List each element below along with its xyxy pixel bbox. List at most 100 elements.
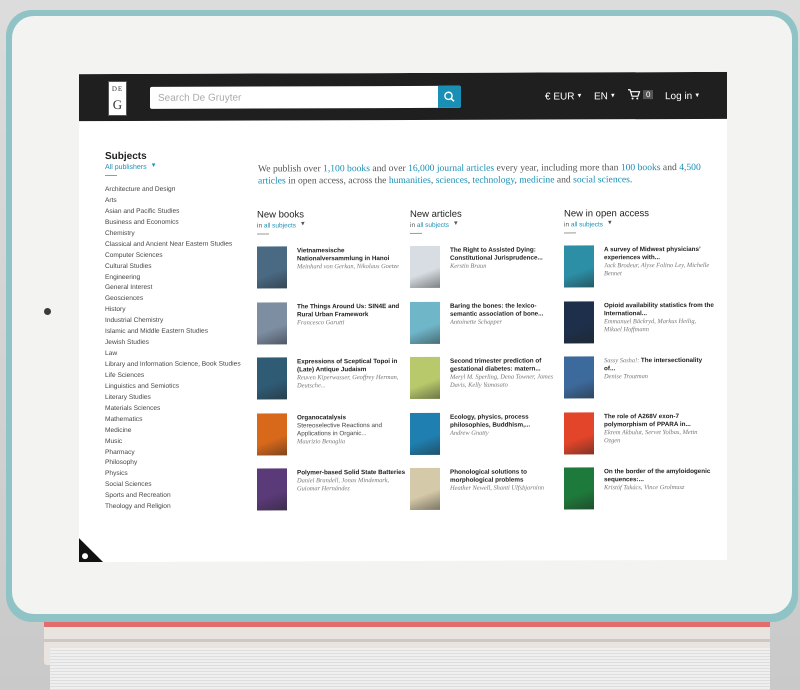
subject-link[interactable]: Theology and Religion [105, 502, 255, 513]
cover-image[interactable] [257, 246, 287, 289]
cover-image[interactable] [410, 245, 440, 288]
publication-item[interactable]: On the border of the amyloidogenic seque… [564, 467, 714, 518]
subject-link[interactable]: General Interest [105, 283, 255, 294]
publication-title[interactable]: Organocatalysis [297, 414, 346, 421]
subject-link[interactable]: Jewish Studies [105, 338, 255, 349]
cover-image[interactable] [410, 301, 440, 344]
publication-title[interactable]: Baring the bones: the lexico-semantic as… [450, 302, 543, 317]
cover-image[interactable] [410, 412, 440, 455]
publication-item[interactable]: A survey of Midwest physicians’ experien… [564, 245, 714, 296]
subject-link[interactable]: Physics [105, 469, 255, 480]
subject-link[interactable]: Sports and Recreation [105, 491, 255, 502]
subject-link[interactable]: Life Sciences [105, 370, 255, 381]
cover-image[interactable] [257, 468, 287, 511]
publication-item[interactable]: Phonological solutions to morphological … [410, 467, 560, 518]
cover-image[interactable] [410, 356, 440, 399]
publication-title[interactable]: The role of A268V exon-7 polymorphism of… [604, 413, 691, 428]
background-book-white [50, 648, 770, 690]
publication-item[interactable]: Sassy Sasha!: The intersectionality of..… [564, 356, 714, 407]
subject-filter[interactable]: in all subjects ▼ [564, 220, 714, 228]
subject-link[interactable]: Library and Information Science, Book St… [105, 360, 255, 371]
cover-image[interactable] [564, 300, 594, 343]
search-button[interactable] [438, 85, 461, 108]
subject-link[interactable]: Law [105, 349, 255, 360]
cover-image[interactable] [410, 467, 440, 510]
subject-link[interactable]: Medicine [105, 425, 255, 436]
subject-link[interactable]: Materials Sciences [105, 403, 255, 414]
subject-link[interactable]: Literary Studies [105, 392, 255, 403]
search-icon [444, 91, 455, 102]
publication-item[interactable]: Second trimester prediction of gestation… [410, 356, 560, 407]
publication-title[interactable]: The Things Around Us: SIN4E and Rural Ur… [297, 303, 399, 318]
subject-link[interactable]: Geosciences [105, 294, 255, 305]
publication-title[interactable]: Ecology, physics, process philosophies, … [450, 413, 530, 428]
subject-link[interactable]: Computer Sciences [105, 250, 255, 261]
subject-link[interactable]: Social Sciences [105, 480, 255, 491]
social-sciences-link[interactable]: social sciences [573, 174, 630, 185]
subject-link[interactable]: Asian and Pacific Studies [105, 206, 255, 217]
login-menu[interactable]: Log in ▼ [665, 91, 700, 102]
cover-image[interactable] [257, 301, 287, 345]
subject-link[interactable]: Classical and Ancient Near Eastern Studi… [105, 239, 255, 250]
sciences-link[interactable]: sciences [436, 175, 468, 186]
publication-authors: Denise Troutman [604, 373, 648, 381]
publication-title[interactable]: Polymer-based Solid State Batteries [297, 469, 405, 476]
publication-item[interactable]: The Things Around Us: SIN4E and Rural Ur… [257, 301, 407, 352]
publication-item[interactable]: Polymer-based Solid State Batteries Danie… [257, 468, 407, 519]
language-selector[interactable]: EN ▼ [594, 91, 616, 102]
search-input[interactable] [150, 85, 456, 109]
cover-image[interactable] [564, 467, 594, 510]
cover-image[interactable] [564, 411, 594, 454]
publication-title[interactable]: On the border of the amyloidogenic seque… [604, 468, 710, 483]
subject-link[interactable]: Chemistry [105, 228, 255, 239]
subject-link[interactable]: Business and Economics [105, 217, 255, 228]
publication-item[interactable]: Expressions of Sceptical Topoi in (Late)… [257, 357, 407, 408]
publication-item[interactable]: Ecology, physics, process philosophies, … [410, 412, 560, 463]
publication-item[interactable]: The Right to Assisted Dying: Constitutio… [410, 245, 560, 296]
cover-image[interactable] [564, 356, 594, 399]
publication-title[interactable]: Second trimester prediction of gestation… [450, 358, 541, 373]
cart-button[interactable]: 0 [627, 88, 654, 100]
subject-link[interactable]: Industrial Chemistry [105, 316, 255, 327]
column-heading: New books [257, 209, 304, 221]
subject-link[interactable]: Music [105, 436, 255, 447]
subject-link[interactable]: Engineering [105, 272, 255, 283]
publication-title[interactable]: A survey of Midwest physicians’ experien… [604, 246, 700, 261]
oa-books-link[interactable]: 100 books [621, 162, 661, 173]
medicine-link[interactable]: medicine [519, 175, 554, 186]
subject-link[interactable]: Philosophy [105, 458, 255, 469]
subject-link[interactable]: Architecture and Design [105, 185, 255, 196]
publication-title[interactable]: Opioid availability statistics from the … [604, 301, 714, 316]
subject-filter[interactable]: in all subjects ▼ [410, 220, 560, 229]
de-gruyter-logo[interactable]: DE G [108, 80, 127, 117]
publication-item[interactable]: Opioid availability statistics from the … [564, 300, 714, 351]
publication-item[interactable]: Organocatalysis Stereoselective Reactions… [257, 412, 407, 463]
publication-item[interactable]: Baring the bones: the lexico-semantic as… [410, 301, 560, 352]
technology-link[interactable]: technology [472, 175, 514, 186]
books-link[interactable]: 1,100 books [323, 163, 370, 174]
humanities-link[interactable]: humanities [389, 175, 431, 186]
subject-link[interactable]: Islamic and Middle Eastern Studies [105, 327, 255, 338]
subject-link[interactable]: History [105, 305, 255, 316]
subject-link[interactable]: Arts [105, 195, 255, 206]
publication-authors: Maurizio Benaglia [297, 437, 346, 445]
publication-title[interactable]: Expressions of Sceptical Topoi in (Late)… [297, 358, 397, 373]
subject-filter[interactable]: in all subjects ▼ [257, 221, 407, 229]
publication-item[interactable]: Vietnamesische Nationalversammlung in Ha… [257, 246, 407, 297]
cover-image[interactable] [257, 412, 287, 456]
cover-image[interactable] [257, 357, 287, 400]
subject-link[interactable]: Mathematics [105, 414, 255, 425]
cover-image[interactable] [564, 245, 594, 288]
currency-selector[interactable]: € EUR ▼ [545, 91, 582, 102]
subject-link[interactable]: Pharmacy [105, 447, 255, 458]
publisher-filter[interactable]: All publishers ▼ [105, 163, 255, 171]
heading-underline [564, 232, 576, 234]
publication-title[interactable]: Phonological solutions to morphological … [450, 469, 527, 484]
heading-underline [410, 232, 422, 234]
publication-title[interactable]: The Right to Assisted Dying: Constitutio… [450, 247, 543, 262]
publication-item[interactable]: The role of A268V exon-7 polymorphism of… [564, 411, 714, 462]
subject-link[interactable]: Linguistics and Semiotics [105, 381, 255, 392]
journal-articles-link[interactable]: 16,000 journal articles [408, 162, 494, 173]
publication-title[interactable]: Vietnamesische Nationalversammlung in Ha… [297, 247, 389, 262]
subject-link[interactable]: Cultural Studies [105, 261, 255, 272]
